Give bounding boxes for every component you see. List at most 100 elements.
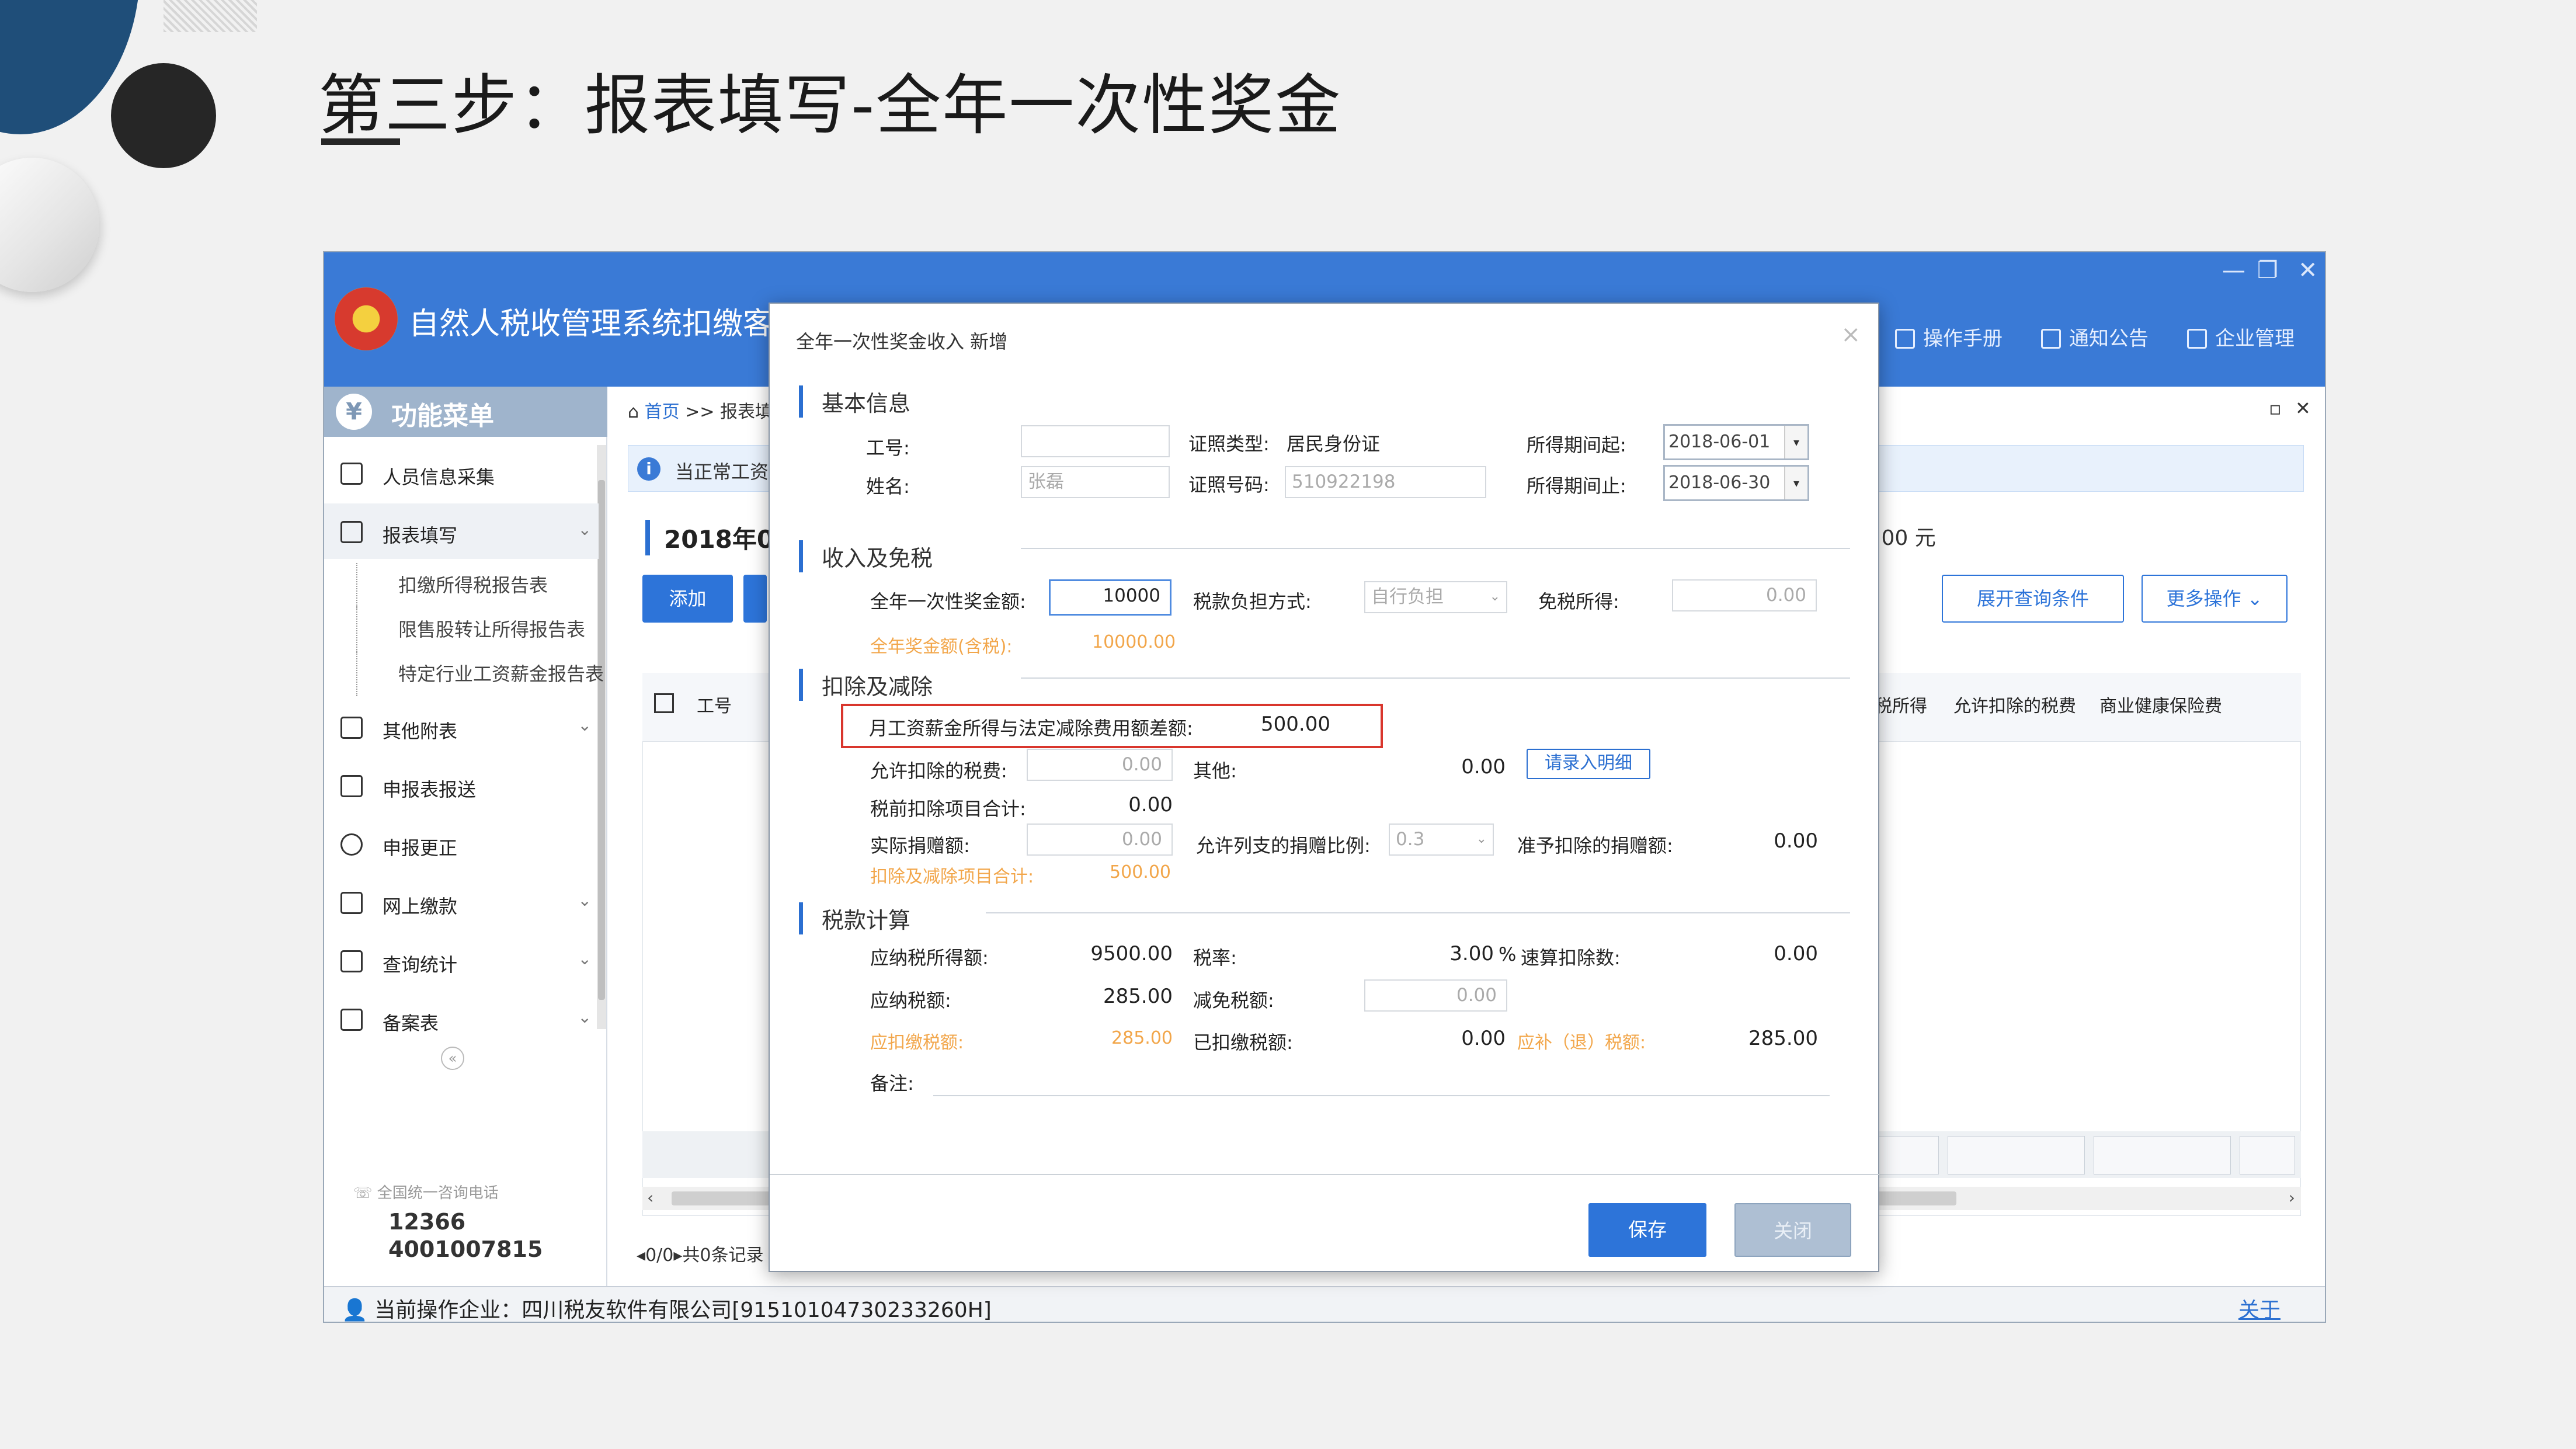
allowed-tax-label: 允许扣除的税费: [870, 760, 1007, 782]
deduction-total-value: 500.00 [1110, 862, 1171, 882]
id-input[interactable] [1021, 425, 1170, 457]
phone-number-1: 12366 [388, 1209, 466, 1235]
chevron-down-icon: ⌄ [1476, 832, 1487, 846]
remark-input[interactable] [933, 1095, 1830, 1096]
person-icon [340, 463, 363, 485]
mail-icon [2041, 329, 2061, 349]
info-icon: i [637, 457, 660, 481]
decor-dots [164, 0, 257, 32]
paid-label: 已扣缴税额: [1193, 1031, 1293, 1054]
home-icon: ⌂ [628, 402, 645, 422]
tax-burden-select[interactable]: 自行负担 ⌄ [1364, 581, 1507, 613]
period-start-label: 所得期间起: [1527, 434, 1626, 456]
allowed-tax-input[interactable]: 0.00 [1027, 749, 1173, 781]
chevron-down-icon: ⌄ [2247, 588, 2263, 610]
cert-type-label: 证照类型: [1188, 433, 1270, 455]
close-icon[interactable]: ✕ [2298, 257, 2318, 284]
cert-no-input[interactable]: 510922198 [1285, 466, 1486, 498]
sidebar-item-payment[interactable]: 网上缴款 ⌄ [324, 874, 599, 930]
panel-maximize-icon[interactable]: ▫ [2269, 397, 2282, 419]
emblem-icon [335, 287, 398, 350]
about-link[interactable]: 关于 [2238, 1293, 2280, 1322]
scroll-left-icon[interactable]: ‹ [647, 1188, 653, 1207]
section-basic: 基本信息 [799, 385, 910, 418]
section-divider [1021, 677, 1850, 679]
phone-number-2: 4001007815 [388, 1236, 543, 1262]
next-page-icon[interactable]: ▸ [673, 1245, 682, 1266]
exempt-input[interactable]: 0.00 [1672, 579, 1817, 611]
restore-icon[interactable]: ❐ [2257, 257, 2278, 284]
chevron-down-icon: ⌄ [578, 520, 592, 539]
donation-input[interactable]: 0.00 [1027, 823, 1173, 856]
donation-ratio-select[interactable]: 0.3 ⌄ [1389, 823, 1494, 856]
minimize-icon[interactable]: — [2222, 257, 2245, 284]
notice-button[interactable]: 通知公告 [2041, 322, 2149, 351]
collapse-sidebar-button[interactable]: « [441, 1047, 464, 1070]
tax-relief-input[interactable]: 0.00 [1364, 979, 1507, 1012]
phone-label: ☏ 全国统一咨询电话 [353, 1184, 499, 1202]
chevron-down-icon: ⌄ [578, 1007, 592, 1027]
current-company: 👤 当前操作企业：四川税友软件有限公司[91510104730233260H] [342, 1298, 992, 1322]
summary-cell [2240, 1136, 2295, 1175]
quick-deduct-label: 速算扣除数: [1521, 947, 1621, 969]
section-divider [986, 912, 1850, 913]
sidebar-title: 功能菜单 [391, 401, 494, 431]
sidebar-item-statistics[interactable]: 查询统计 ⌄ [324, 933, 599, 988]
pretax-total-label: 税前扣除项目合计: [870, 798, 1026, 820]
sidebar-item-filing[interactable]: 备案表 ⌄ [324, 991, 599, 1047]
chevron-down-icon: ▾ [1784, 426, 1807, 458]
sidebar-item-submit[interactable]: 申报表报送 [324, 757, 599, 813]
period-end-select[interactable]: 2018-06-30 ▾ [1663, 465, 1809, 501]
select-all-checkbox[interactable] [654, 693, 674, 713]
refund-value: 285.00 [1748, 1027, 1818, 1050]
phone-icon: ☏ [353, 1184, 377, 1202]
chevron-down-icon: ▾ [1784, 467, 1807, 499]
sidebar-sub-withholding[interactable]: 扣缴所得税报告表 [356, 563, 548, 607]
summary-cell [2094, 1136, 2231, 1175]
prev-page-icon[interactable]: ◂ [637, 1245, 645, 1266]
manual-button[interactable]: 操作手册 [1895, 322, 2003, 351]
sidebar-item-report[interactable]: 报表填写 ⌄ [324, 503, 599, 559]
breadcrumb: ⌂ 首页 >> 报表填写 [628, 402, 790, 422]
allowed-donation-label: 准予扣除的捐赠额: [1517, 835, 1673, 857]
yen-icon: ¥ [336, 394, 372, 430]
cert-type-value: 居民身份证 [1287, 433, 1381, 455]
second-action-button[interactable] [743, 575, 767, 623]
sidebar-sub-special-industry[interactable]: 特定行业工资薪金报告表 [356, 652, 604, 696]
name-input[interactable]: 张磊 [1021, 466, 1170, 498]
period-start-select[interactable]: 2018-06-01 ▾ [1663, 424, 1809, 460]
sidebar-item-personnel[interactable]: 人员信息采集 [324, 445, 599, 501]
dialog-footer-divider [770, 1174, 1879, 1175]
tax-relief-label: 减免税额: [1193, 989, 1274, 1012]
paid-value: 0.00 [1461, 1027, 1506, 1050]
rate-value: 3.00 [1449, 942, 1494, 965]
grid-header-health-ins: 商业健康保险费 [2099, 696, 2222, 717]
pager: ◂0/0▸共0条记录 [637, 1245, 764, 1266]
add-button[interactable]: 添加 [642, 575, 733, 623]
company-button[interactable]: 企业管理 [2187, 322, 2295, 351]
enter-detail-button[interactable]: 请录入明细 [1527, 749, 1650, 779]
close-button[interactable]: 关闭 [1734, 1203, 1851, 1257]
panel-close-icon[interactable]: ✕ [2295, 397, 2311, 419]
list-search-icon [340, 950, 363, 972]
expand-query-button[interactable]: 展开查询条件 [1942, 575, 2124, 623]
send-icon [340, 775, 363, 797]
allowed-donation-value: 0.00 [1774, 829, 1818, 853]
more-ops-button[interactable]: 更多操作 ⌄ [2142, 575, 2288, 623]
deduction-total-label: 扣除及减除项目合计: [870, 867, 1034, 887]
save-button[interactable]: 保存 [1588, 1203, 1706, 1257]
building-icon [2187, 329, 2207, 349]
sidebar-sub-restricted-shares[interactable]: 限售股转让所得报告表 [356, 607, 585, 652]
bonus-input[interactable]: 10000 [1049, 579, 1171, 616]
sidebar-item-correction[interactable]: 申报更正 [324, 816, 599, 871]
document-icon [340, 1009, 363, 1031]
scroll-right-icon[interactable]: › [2289, 1188, 2295, 1207]
status-bar: 👤 当前操作企业：四川税友软件有限公司[91510104730233260H] … [324, 1286, 2325, 1322]
refund-label: 应补（退）税额: [1517, 1033, 1646, 1053]
breadcrumb-home[interactable]: 首页 [645, 402, 680, 422]
scroll-thumb[interactable] [598, 480, 605, 1000]
dialog-close-icon[interactable]: × [1841, 321, 1861, 348]
folder-icon [340, 892, 363, 914]
salary-diff-value: 500.00 [1261, 713, 1330, 736]
sidebar-item-attachments[interactable]: 其他附表 ⌄ [324, 699, 599, 755]
